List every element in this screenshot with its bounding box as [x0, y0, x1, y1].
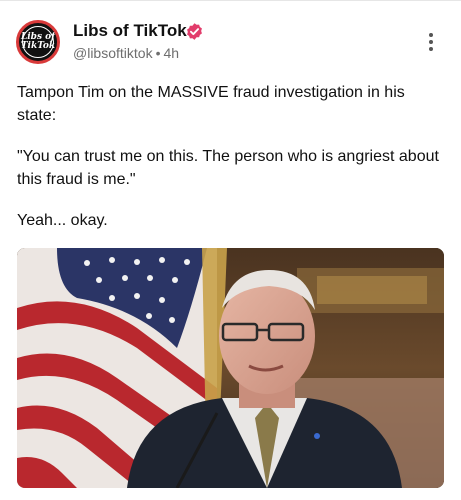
author-handle[interactable]: @libsoftiktok [73, 45, 153, 61]
post-video-thumbnail[interactable] [17, 248, 444, 488]
post-paragraph: Yeah... okay. [17, 212, 108, 229]
post-card: Libs of TikTok Libs of TikTok @libsoftik… [0, 0, 461, 500]
post-text: Tampon Tim on the MASSIVE fraud investig… [17, 81, 447, 250]
post-meta: @libsoftiktok • 4h [73, 45, 180, 61]
post-paragraph: "You can trust me on this. The person wh… [17, 148, 439, 188]
avatar-logo: Libs of TikTok [20, 32, 56, 51]
post-paragraph: Tampon Tim on the MASSIVE fraud investig… [17, 84, 405, 124]
avatar[interactable]: Libs of TikTok [16, 20, 60, 64]
post-timestamp[interactable]: 4h [163, 45, 179, 61]
verified-badge-icon [187, 23, 202, 40]
more-vertical-icon[interactable] [424, 33, 438, 55]
press-conference-image [17, 248, 444, 488]
author-display-name[interactable]: Libs of TikTok [73, 21, 187, 41]
